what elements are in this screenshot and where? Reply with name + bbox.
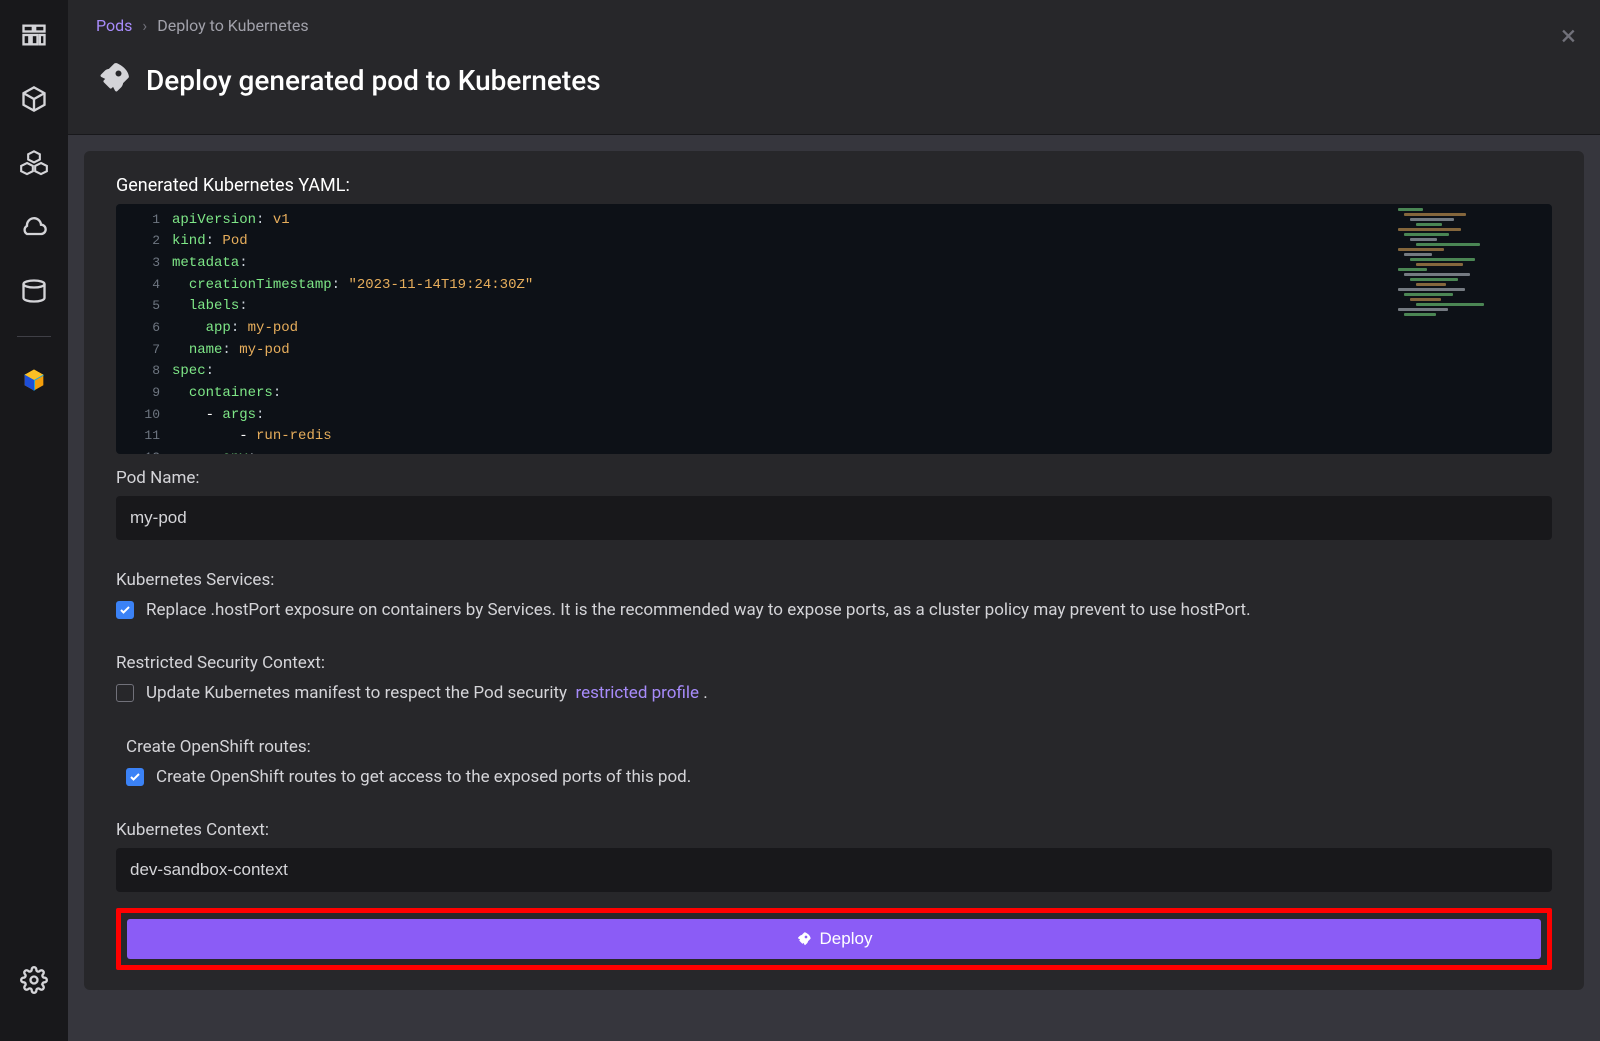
deploy-button-label: Deploy <box>820 929 873 949</box>
editor-code[interactable]: apiVersion: v1kind: Podmetadata: creatio… <box>172 204 1552 454</box>
content-scroll[interactable]: Generated Kubernetes YAML: 1234567891011… <box>68 135 1600 1041</box>
rocket-small-icon <box>796 931 812 947</box>
rocket-icon <box>96 60 132 100</box>
breadcrumb-current: Deploy to Kubernetes <box>157 16 308 35</box>
context-label: Kubernetes Context: <box>116 820 1552 840</box>
form-card: Generated Kubernetes YAML: 1234567891011… <box>84 151 1584 991</box>
restricted-row: Update Kubernetes manifest to respect th… <box>116 681 1552 707</box>
breadcrumb: Pods › Deploy to Kubernetes <box>96 16 1572 35</box>
pod-name-label: Pod Name: <box>116 468 1552 488</box>
page-title: Deploy generated pod to Kubernetes <box>146 64 601 97</box>
database-icon <box>20 277 48 305</box>
editor-gutter: 123456789101112 <box>116 204 172 454</box>
dashboard-icon <box>20 21 48 49</box>
services-label: Kubernetes Services: <box>116 570 1552 590</box>
top-header: Pods › Deploy to Kubernetes × Deploy gen… <box>68 0 1600 135</box>
sidebar <box>0 0 68 1041</box>
pod-name-input[interactable] <box>116 496 1552 540</box>
restricted-label: Restricted Security Context: <box>116 653 1552 673</box>
restricted-text-post: . <box>703 683 707 703</box>
sidebar-separator <box>17 336 51 337</box>
extension-cube-icon <box>20 366 48 394</box>
services-row: Replace .hostPort exposure on containers… <box>116 598 1552 624</box>
restricted-profile-link[interactable]: restricted profile <box>576 683 700 703</box>
yaml-section-label: Generated Kubernetes YAML: <box>116 175 1552 196</box>
yaml-editor[interactable]: 123456789101112 apiVersion: v1kind: Podm… <box>116 204 1552 454</box>
routes-row: Create OpenShift routes to get access to… <box>126 765 1552 791</box>
routes-text: Create OpenShift routes to get access to… <box>156 765 1552 791</box>
cloud-icon <box>20 213 48 241</box>
deploy-button[interactable]: Deploy <box>127 919 1541 959</box>
gear-icon <box>20 966 48 994</box>
restricted-checkbox[interactable] <box>116 684 134 702</box>
services-checkbox[interactable] <box>116 601 134 619</box>
nav-images[interactable] <box>15 208 53 246</box>
routes-label: Create OpenShift routes: <box>126 737 1552 757</box>
routes-checkbox[interactable] <box>126 768 144 786</box>
nav-settings[interactable] <box>15 961 53 999</box>
nav-extension[interactable] <box>15 361 53 399</box>
breadcrumb-separator: › <box>142 16 147 35</box>
close-button[interactable]: × <box>1561 22 1576 50</box>
services-text: Replace .hostPort exposure on containers… <box>146 598 1552 624</box>
breadcrumb-root[interactable]: Pods <box>96 16 132 35</box>
nav-pods[interactable] <box>15 144 53 182</box>
deploy-highlight: Deploy <box>116 908 1552 970</box>
cube-icon <box>20 85 48 113</box>
main-area: Pods › Deploy to Kubernetes × Deploy gen… <box>68 0 1600 1041</box>
context-input[interactable] <box>116 848 1552 892</box>
restricted-text: Update Kubernetes manifest to respect th… <box>146 681 1552 707</box>
nav-volumes[interactable] <box>15 272 53 310</box>
nav-containers[interactable] <box>15 80 53 118</box>
restricted-text-pre: Update Kubernetes manifest to respect th… <box>146 683 567 703</box>
cubes-icon <box>20 149 48 177</box>
nav-dashboard[interactable] <box>15 16 53 54</box>
